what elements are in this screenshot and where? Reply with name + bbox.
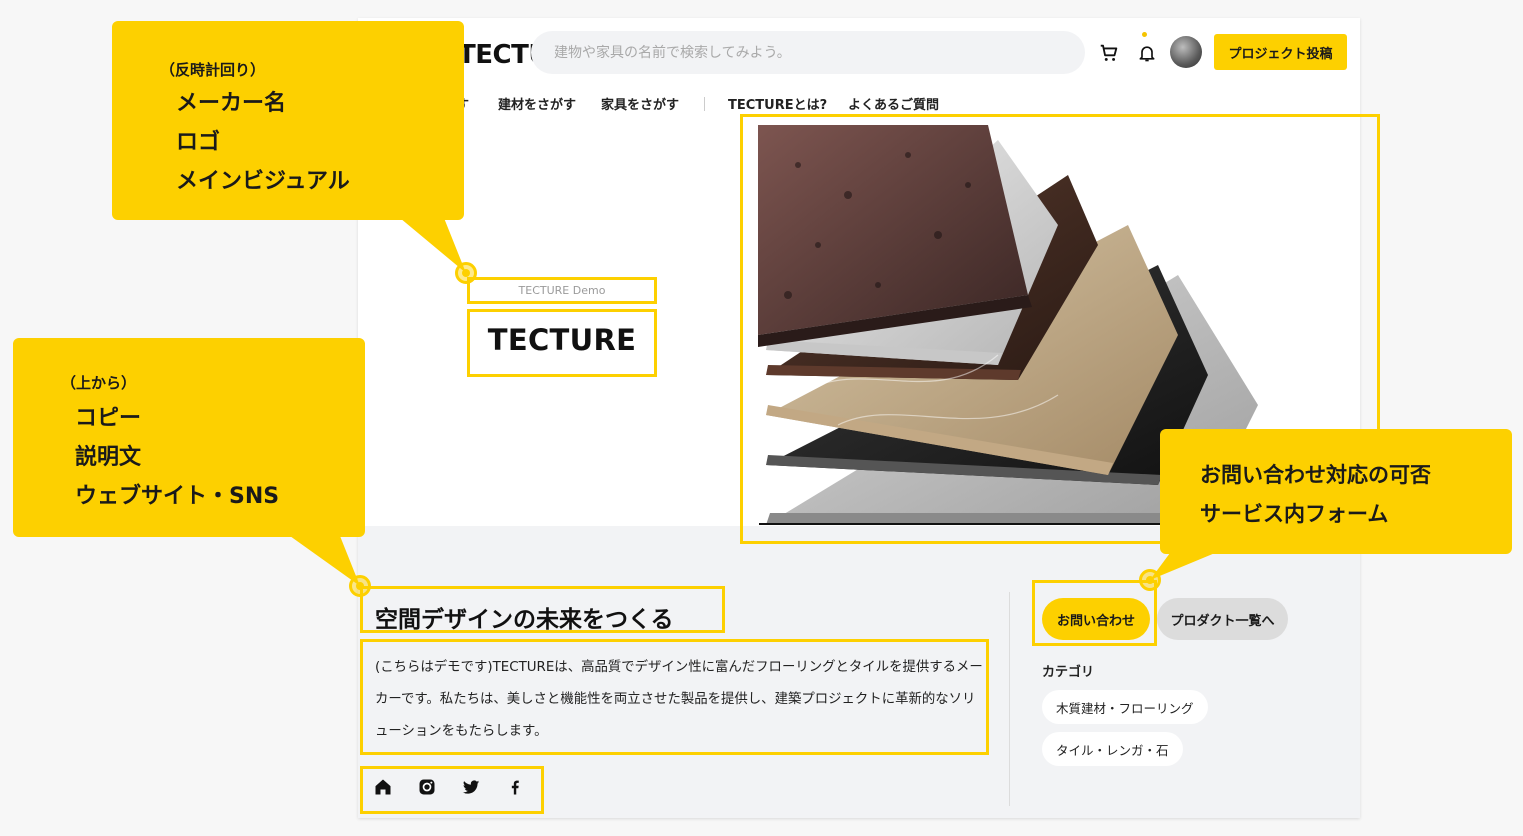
nav-divider xyxy=(704,97,705,111)
catch-copy: 空間デザインの未来をつくる xyxy=(375,607,674,633)
nav-item-materials[interactable]: 建材をさがす xyxy=(498,94,576,113)
callout-anchor-dot-right xyxy=(1139,569,1161,591)
callout-mid-left-line2: コピー xyxy=(75,406,142,431)
callout-top-left: （反時計回り） メーカー名 ロゴ メインビジュアル xyxy=(112,21,464,220)
callout-mid-left: （上から） コピー 説明文 ウェブサイト・SNS xyxy=(13,338,365,537)
twitter-icon[interactable] xyxy=(460,776,482,798)
callout-right: お問い合わせ対応の可否 サービス内フォーム xyxy=(1160,429,1512,554)
category-chip-tile-brick-stone[interactable]: タイル・レンガ・石 xyxy=(1042,732,1183,766)
instagram-icon[interactable] xyxy=(416,776,438,798)
maker-profile-section: 空間デザインの未来をつくる (こちらはデモです)TECTUREは、高品質でデザイ… xyxy=(358,526,1360,818)
callout-mid-left-line4: ウェブサイト・SNS xyxy=(75,484,280,509)
callout-mid-left-line1: （上から） xyxy=(61,374,137,392)
maker-description: (こちらはデモです)TECTUREは、高品質でデザイン性に富んだフローリングとタ… xyxy=(375,660,983,739)
home-icon[interactable] xyxy=(372,776,394,798)
category-heading: カテゴリ xyxy=(1042,665,1095,680)
callout-anchor-dot-top xyxy=(455,262,477,284)
callout-right-line2: サービス内フォーム xyxy=(1200,502,1389,526)
tecture-maker-page: TECTURE プロジェクト投稿 す 建材をさがす 家具をさがす TECTURE… xyxy=(358,18,1360,818)
callout-top-left-line3: ロゴ xyxy=(176,130,221,155)
post-project-button[interactable]: プロジェクト投稿 xyxy=(1214,34,1347,70)
callout-top-left-line4: メインビジュアル xyxy=(176,169,350,194)
section-divider xyxy=(1009,592,1010,806)
category-chip-wood-flooring[interactable]: 木質建材・フローリング xyxy=(1042,690,1208,724)
bell-icon[interactable] xyxy=(1134,40,1160,66)
product-list-button[interactable]: プロダクト一覧へ xyxy=(1157,598,1288,640)
nav-item-about[interactable]: TECTUREとは? xyxy=(728,94,827,113)
nav-item-faq[interactable]: よくあるご質問 xyxy=(848,94,939,113)
maker-logo: TECTURE xyxy=(487,323,637,357)
avatar[interactable] xyxy=(1170,36,1202,68)
callout-anchor-dot-mid xyxy=(349,575,371,597)
callout-top-left-line1: （反時計回り） xyxy=(160,61,266,79)
callout-mid-left-line3: 説明文 xyxy=(75,445,142,470)
facebook-icon[interactable] xyxy=(504,776,526,798)
search-input[interactable] xyxy=(531,31,1085,74)
nav-item-furniture[interactable]: 家具をさがす xyxy=(601,94,679,113)
cart-icon[interactable] xyxy=(1096,40,1122,66)
maker-name: TECTURE Demo xyxy=(518,284,606,297)
callout-top-left-line2: メーカー名 xyxy=(176,91,287,116)
callout-right-line1: お問い合わせ対応の可否 xyxy=(1200,463,1431,487)
notification-dot xyxy=(1142,32,1147,37)
social-links xyxy=(372,776,526,798)
contact-button[interactable]: お問い合わせ xyxy=(1042,598,1150,640)
